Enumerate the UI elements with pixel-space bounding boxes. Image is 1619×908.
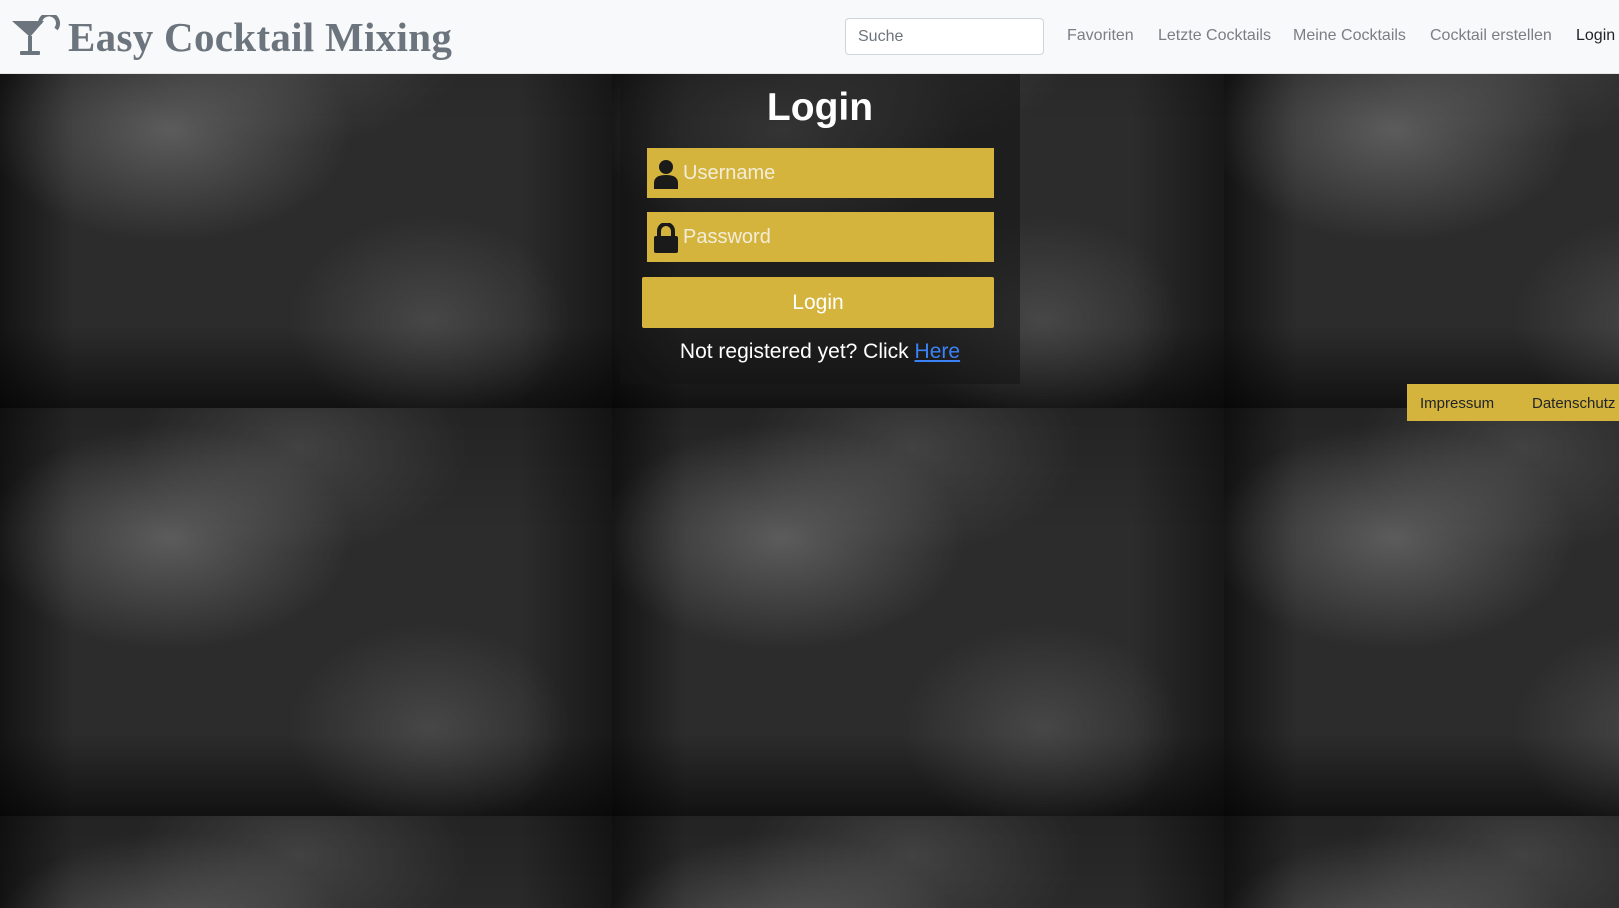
login-card: Login Login Not registered yet? Click He… (620, 74, 1020, 384)
nav-meine-cocktails[interactable]: Meine Cocktails (1293, 27, 1406, 45)
footer-impressum-link[interactable]: Impressum (1420, 395, 1494, 412)
register-link[interactable]: Here (915, 340, 961, 363)
login-button[interactable]: Login (642, 277, 994, 328)
login-title: Login (766, 86, 874, 129)
password-field[interactable] (647, 212, 994, 262)
nav-favoriten[interactable]: Favoriten (1067, 27, 1134, 45)
register-prompt: Not registered yet? Click Here (620, 340, 1020, 364)
username-field[interactable] (647, 148, 994, 198)
top-navbar: Easy Cocktail Mixing Favoriten Letzte Co… (0, 0, 1619, 74)
footer-bar: Impressum Datenschutz (1407, 384, 1619, 421)
password-input[interactable] (683, 212, 983, 262)
register-text: Not registered yet? Click (679, 340, 909, 363)
lock-icon (654, 223, 678, 253)
footer-datenschutz-link[interactable]: Datenschutz (1532, 395, 1615, 412)
nav-login[interactable]: Login (1576, 27, 1615, 45)
search-input[interactable] (845, 18, 1044, 55)
username-input[interactable] (683, 148, 983, 198)
cocktail-glass-icon (12, 15, 60, 55)
brand-title: Easy Cocktail Mixing (68, 14, 453, 60)
brand[interactable]: Easy Cocktail Mixing (10, 10, 452, 64)
nav-cocktail-erstellen[interactable]: Cocktail erstellen (1430, 27, 1552, 45)
nav-letzte-cocktails[interactable]: Letzte Cocktails (1158, 27, 1271, 45)
user-icon (654, 160, 678, 189)
